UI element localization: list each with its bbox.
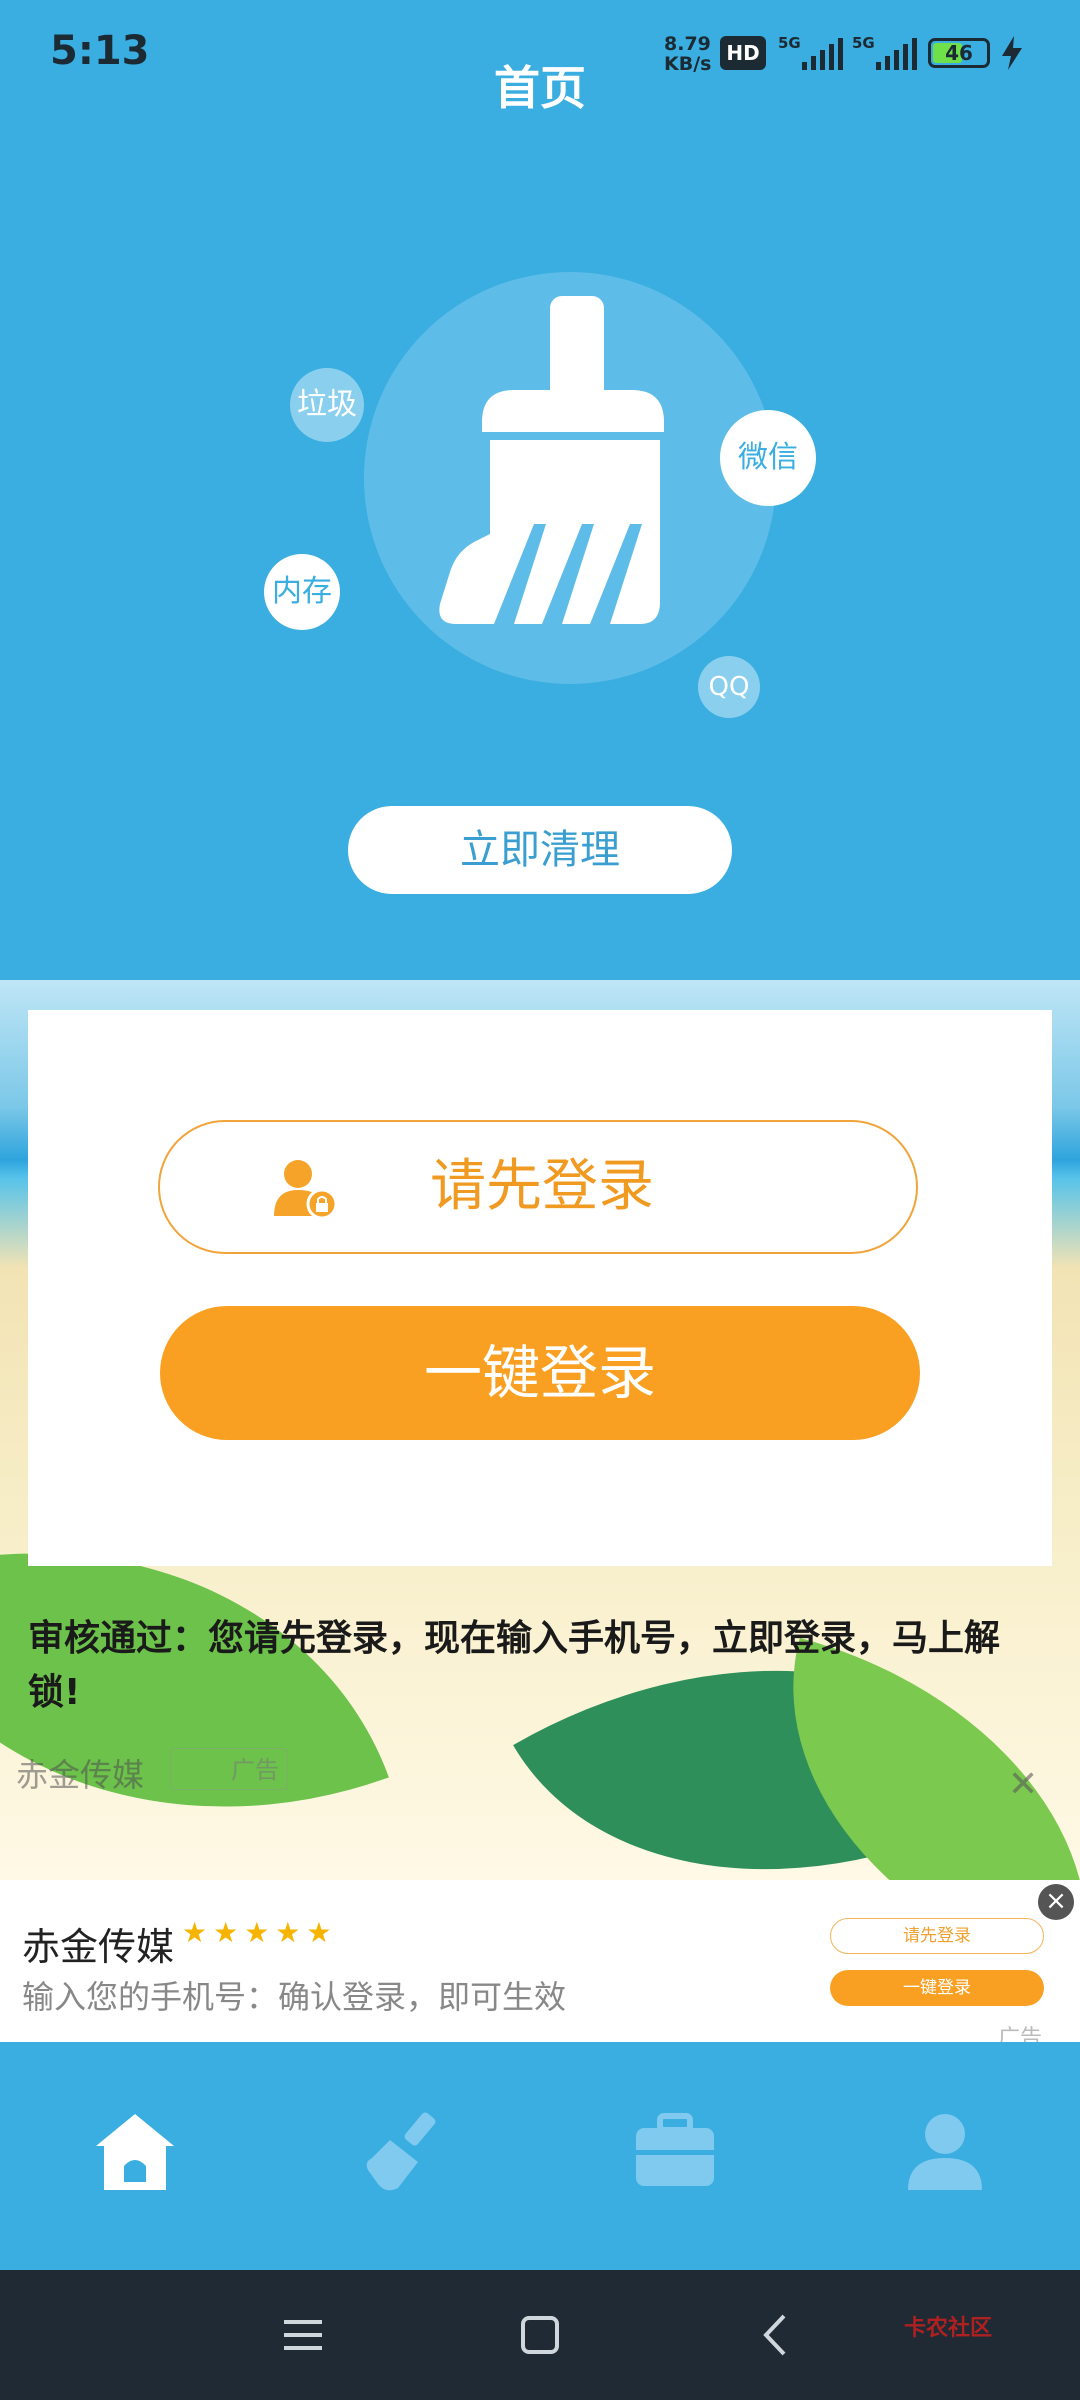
home-square-icon[interactable] <box>515 2310 565 2360</box>
bubble-garbage-label: 垃圾 <box>297 387 357 422</box>
toolbox-icon[interactable] <box>630 2106 720 2196</box>
bottom-tab-bar <box>0 2042 1080 2270</box>
bubble-wechat-label: 微信 <box>738 440 798 475</box>
menu-icon[interactable] <box>278 2310 328 2360</box>
home-top-section: 5:13 8.79 KB/s HD 5G 5G 46 首页 垃圾 微信 内存 Q… <box>0 0 1080 980</box>
banner-description: 输入您的手机号：确认登录，即可生效 <box>22 1978 567 2016</box>
rating-stars-icon: ★★★★★ <box>182 1916 338 1949</box>
page-title: 首页 <box>494 61 586 115</box>
login-hint-text: 请先登录 <box>430 1154 654 1219</box>
bubble-memory[interactable]: 内存 <box>264 554 340 630</box>
bubble-qq-label: QQ <box>708 672 750 702</box>
net-type-1: 5G <box>778 34 801 52</box>
banner-close-icon[interactable]: × <box>1038 1884 1074 1920</box>
banner-brand: 赤金传媒 <box>22 1925 175 1969</box>
broom-icon[interactable] <box>360 2106 450 2196</box>
broom-icon <box>439 296 664 624</box>
bubble-memory-label: 内存 <box>272 574 332 609</box>
ad-section[interactable]: 请先登录 一键登录 审核通过：您请先登录，现在输入手机号，立即登录，马上解锁! … <box>0 980 1080 1880</box>
ad-card[interactable]: 请先登录 一键登录 <box>28 1010 1052 1566</box>
clean-circle[interactable] <box>364 272 776 684</box>
login-hint-box[interactable]: 请先登录 <box>158 1120 918 1254</box>
back-icon[interactable] <box>752 2310 802 2360</box>
user-icon[interactable] <box>900 2106 990 2196</box>
ad-brand: 赤金传媒 <box>16 1756 145 1794</box>
home-icon[interactable] <box>90 2106 180 2196</box>
bubble-wechat[interactable]: 微信 <box>720 410 816 506</box>
ad-tag: 广告 <box>170 1748 288 1790</box>
watermark: 卡农社区 <box>904 2316 993 2341</box>
clean-now-button[interactable]: 立即清理 <box>348 806 732 894</box>
bottom-ad-banner[interactable]: 赤金传媒 ★★★★★ 输入您的手机号：确认登录，即可生效 请先登录 一键登录 ×… <box>0 1880 1080 2051</box>
user-lock-icon <box>274 1160 338 1220</box>
banner-login-hint[interactable]: 请先登录 <box>830 1918 1044 1954</box>
bubble-qq[interactable]: QQ <box>698 656 760 718</box>
system-nav-bar: 卡农社区 <box>0 2270 1080 2400</box>
bubble-garbage[interactable]: 垃圾 <box>290 368 364 442</box>
one-key-login-button[interactable]: 一键登录 <box>160 1306 920 1440</box>
net-type-2: 5G <box>852 34 875 52</box>
net-speed-value: 8.79 <box>664 33 711 55</box>
ad-description: 审核通过：您请先登录，现在输入手机号，立即登录，马上解锁! <box>28 1618 1001 1713</box>
ad-close-icon[interactable]: ✕ <box>1008 1764 1038 1805</box>
banner-login-button[interactable]: 一键登录 <box>830 1970 1044 2006</box>
